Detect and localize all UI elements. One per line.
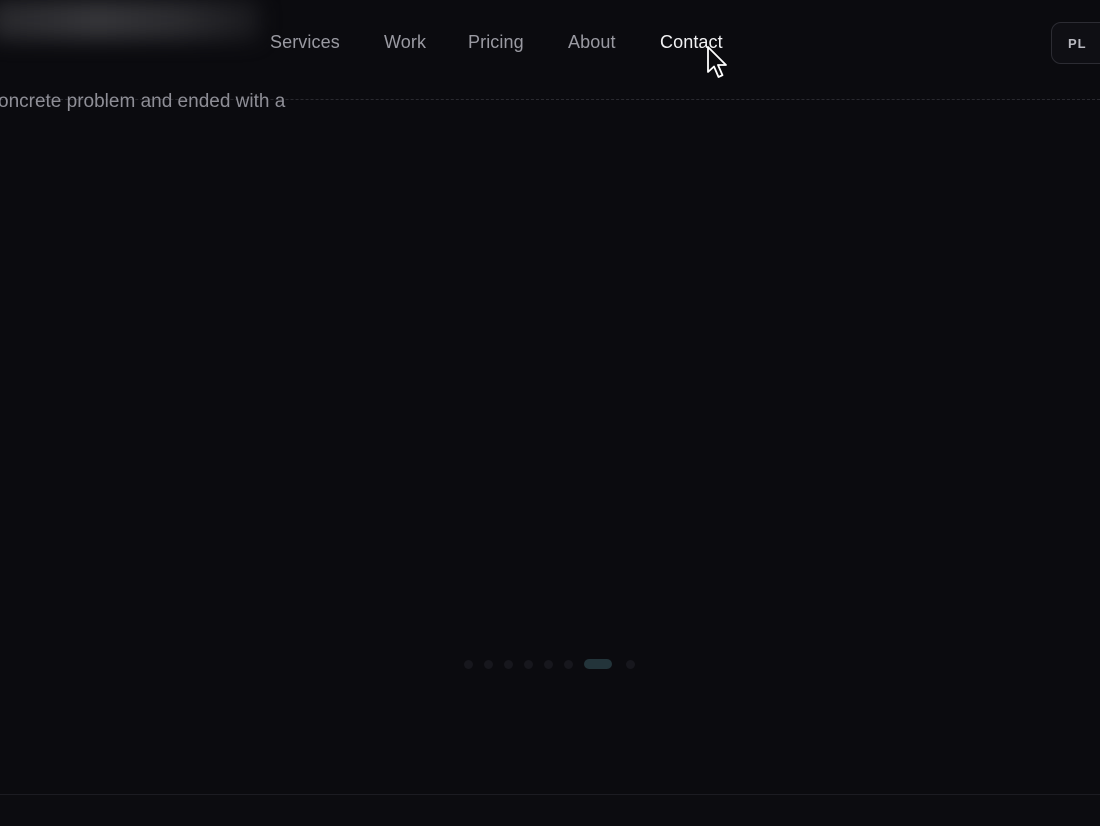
carousel-dot[interactable] (544, 659, 553, 669)
nav-link-contact[interactable]: Contact (660, 32, 723, 53)
nav-link-pricing[interactable]: Pricing (468, 32, 524, 53)
carousel-dot[interactable] (484, 659, 493, 669)
body-text-fragment: oncrete problem and ended with a (0, 91, 286, 112)
carousel-dot[interactable] (464, 659, 473, 669)
carousel-dot-active[interactable] (584, 659, 612, 669)
carousel-pagination (464, 659, 646, 669)
main-nav: Services Work Pricing About Contact (0, 29, 1100, 59)
nav-link-work[interactable]: Work (384, 32, 426, 53)
body-text: oncrete problem and ended with a (0, 91, 285, 113)
nav-link-about[interactable]: About (568, 32, 616, 53)
carousel-dot[interactable] (524, 659, 533, 669)
carousel-dot[interactable] (626, 659, 635, 669)
language-switch-label: PL (1068, 35, 1087, 51)
page: Services Work Pricing About Contact PL o… (0, 0, 1100, 826)
carousel-dot[interactable] (504, 659, 513, 669)
nav-link-services[interactable]: Services (270, 32, 340, 53)
footer-bar (0, 795, 1100, 826)
language-switch-button[interactable]: PL (1051, 22, 1100, 64)
carousel-dot[interactable] (564, 659, 573, 669)
